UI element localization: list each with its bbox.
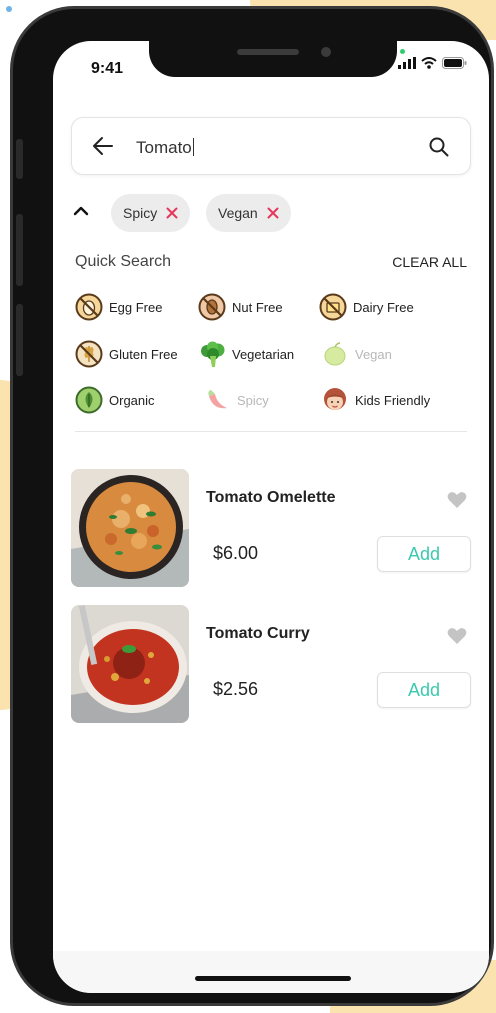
add-to-cart-button[interactable]: Add [377, 536, 471, 572]
quick-search-label: Kids Friendly [355, 392, 431, 408]
quick-search-organic[interactable]: Organic [75, 386, 155, 414]
quick-search-kids-friendly[interactable]: Kids Friendly [321, 386, 430, 414]
status-time: 9:41 [91, 60, 124, 77]
no-dairy-icon [319, 293, 347, 321]
signal-icon [398, 57, 416, 69]
quick-search-dairy-free[interactable]: Dairy Free [319, 293, 414, 321]
quick-search-label: Organic [109, 392, 155, 408]
child-face-icon [321, 386, 349, 414]
volume-down-button [16, 304, 23, 376]
apple-icon [321, 340, 349, 368]
product-price: $2.56 [213, 679, 259, 699]
section-divider [75, 431, 467, 432]
quick-search-title: Quick Search [75, 253, 172, 270]
product-image[interactable] [71, 605, 189, 723]
favorite-heart-icon[interactable] [447, 627, 467, 645]
battery-icon [442, 57, 467, 69]
quick-search-label: Spicy [237, 392, 269, 408]
remove-filter-icon[interactable] [267, 207, 279, 219]
home-indicator[interactable] [195, 976, 351, 981]
speaker-grille [237, 49, 299, 55]
filter-chip-spicy[interactable]: Spicy [111, 194, 191, 232]
product-name[interactable]: Tomato Curry [206, 625, 310, 643]
search-icon[interactable] [428, 136, 450, 158]
quick-search-label: Vegetarian [232, 346, 295, 362]
search-input[interactable]: Tomato [136, 138, 194, 158]
product-price: $6.00 [213, 543, 259, 563]
search-bar: Tomato [71, 117, 471, 175]
quick-search-vegan[interactable]: Vegan [321, 340, 392, 368]
no-gluten-icon [75, 340, 103, 368]
app-screen: 9:41 Tomato Spicy Vegan Quick Search CLE… [53, 41, 489, 993]
mute-switch [16, 139, 23, 179]
quick-search-nut-free[interactable]: Nut Free [198, 293, 283, 321]
broccoli-icon [198, 340, 226, 368]
chili-pepper-icon [203, 386, 231, 414]
wifi-icon [421, 57, 437, 69]
volume-up-button [16, 214, 23, 286]
back-arrow-icon[interactable] [92, 135, 114, 157]
clear-all-button[interactable]: CLEAR ALL [392, 254, 467, 270]
text-cursor [192, 138, 194, 156]
filter-chip-vegan[interactable]: Vegan [206, 194, 291, 232]
quick-search-spicy[interactable]: Spicy [203, 386, 269, 414]
organic-leaf-icon [75, 386, 103, 414]
quick-search-egg-free[interactable]: Egg Free [75, 293, 162, 321]
camera-indicator-dot [400, 49, 405, 54]
no-egg-icon [75, 293, 103, 321]
no-nut-icon [198, 293, 226, 321]
search-query-text: Tomato [136, 138, 192, 157]
quick-search-label: Gluten Free [109, 346, 178, 362]
product-name[interactable]: Tomato Omelette [206, 489, 336, 507]
quick-search-label: Dairy Free [353, 299, 414, 315]
quick-search-vegetarian[interactable]: Vegetarian [198, 340, 294, 368]
product-image[interactable] [71, 469, 189, 587]
collapse-chevron-icon[interactable] [73, 205, 89, 217]
filter-chip-label: Spicy [123, 205, 158, 221]
bottom-safe-area [53, 951, 489, 993]
quick-search-gluten-free[interactable]: Gluten Free [75, 340, 178, 368]
favorite-heart-icon[interactable] [447, 491, 467, 509]
filter-chip-label: Vegan [218, 205, 258, 221]
remove-filter-icon[interactable] [166, 207, 178, 219]
front-camera [321, 47, 331, 57]
add-to-cart-button[interactable]: Add [377, 672, 471, 708]
quick-search-label: Egg Free [109, 299, 163, 315]
notch [149, 41, 397, 77]
phone-frame: 9:41 Tomato Spicy Vegan Quick Search CLE… [10, 6, 494, 1006]
quick-search-label: Vegan [355, 346, 392, 362]
quick-search-label: Nut Free [232, 299, 283, 315]
status-icons [398, 57, 467, 69]
background-dot [6, 6, 12, 12]
